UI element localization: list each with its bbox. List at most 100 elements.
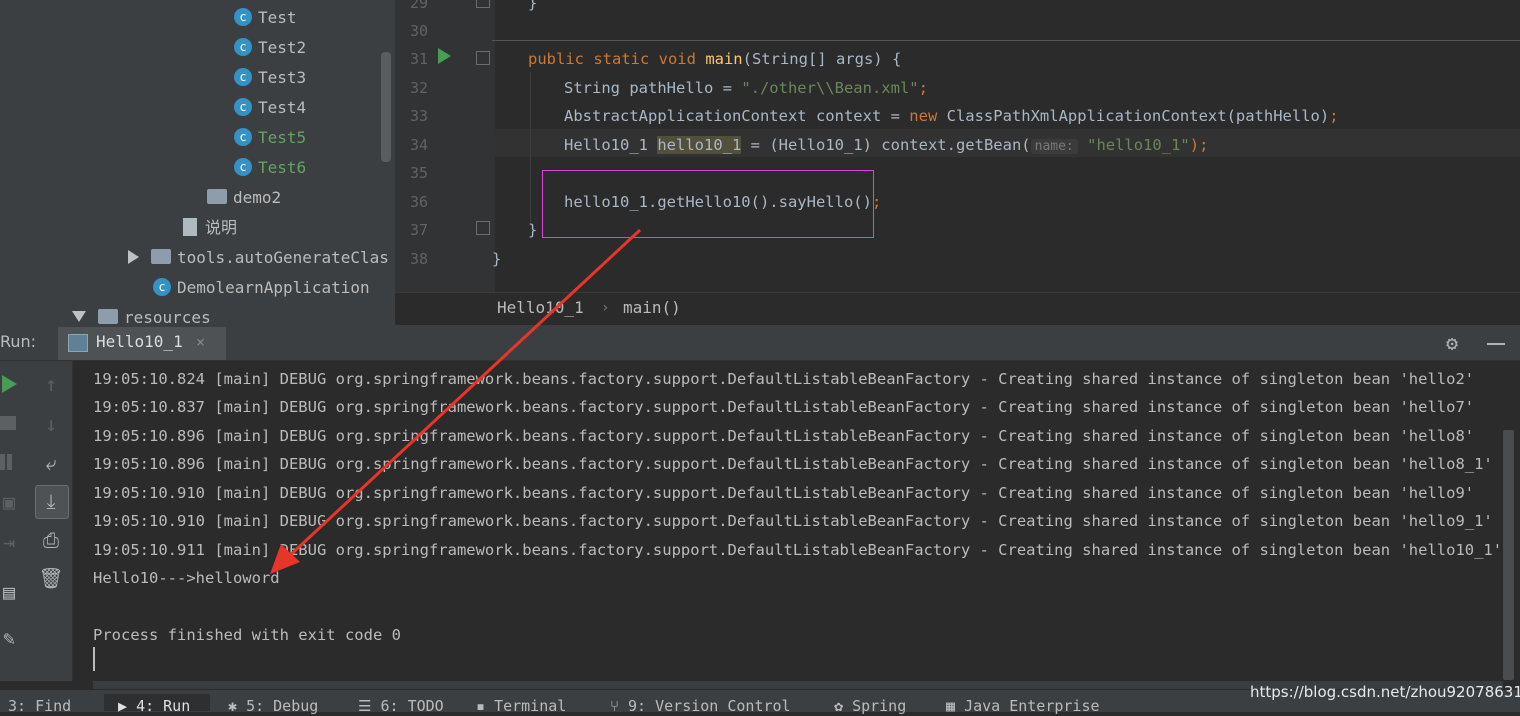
console-line: 19:05:10.910 [main] DEBUG org.springfram…	[93, 484, 1475, 502]
fold-marker-icon[interactable]	[476, 0, 490, 8]
camera-icon[interactable]: ▣	[0, 490, 24, 514]
class-icon: c	[234, 157, 252, 176]
line-number: 38	[409, 250, 428, 268]
tree-item-label: Test6	[258, 158, 307, 177]
code-line-32: String pathHello = "./other\\Bean.xml";	[564, 79, 928, 97]
console-program-output: Hello10--->helloword	[93, 569, 280, 587]
console-line: 19:05:10.824 [main] DEBUG org.springfram…	[93, 370, 1475, 388]
layout-icon[interactable]: ▤	[0, 580, 24, 604]
tab-debug[interactable]: ✱ 5: Debug	[228, 696, 318, 716]
package-icon	[151, 249, 171, 264]
line-number: 31	[409, 50, 428, 68]
class-icon: c	[234, 37, 252, 56]
class-icon: c	[234, 127, 252, 146]
soft-wrap-icon[interactable]: ⤶	[36, 451, 66, 475]
tree-item-label: Test2	[258, 38, 307, 57]
line-number: 35	[409, 164, 428, 182]
console-exit-message: Process finished with exit code 0	[93, 626, 401, 644]
tree-item-label: tools.autoGenerateClas	[177, 248, 389, 267]
tree-scrollbar[interactable]	[381, 52, 391, 162]
tab-run[interactable]: ▶ 4: Run	[118, 696, 190, 716]
gear-icon[interactable]: ⚙	[1446, 333, 1458, 353]
indent-guide	[530, 72, 531, 222]
code-line-37: }	[528, 221, 538, 239]
tree-item-label: Test3	[258, 68, 307, 87]
pause-icon-bar	[7, 454, 12, 470]
run-toolbar-secondary	[30, 361, 73, 681]
tab-todo[interactable]: ☰ 6: TODO	[358, 696, 444, 716]
class-icon: c	[234, 97, 252, 116]
line-number: 36	[409, 193, 428, 211]
pause-icon[interactable]	[0, 454, 5, 470]
minimize-icon[interactable]	[1487, 343, 1505, 345]
tree-item-test5[interactable]: c Test5	[234, 123, 306, 153]
up-arrow-icon[interactable]: ↑	[36, 372, 66, 396]
tree-item-test4[interactable]: c Test4	[234, 93, 306, 123]
fold-marker-icon[interactable]	[476, 51, 490, 65]
spring-app-icon: c	[153, 277, 171, 296]
class-icon: c	[234, 7, 252, 26]
line-number: 30	[409, 22, 428, 40]
tree-item-demo2[interactable]: demo2	[207, 183, 281, 213]
down-arrow-icon[interactable]: ↓	[36, 412, 66, 436]
class-icon: c	[234, 67, 252, 86]
expand-arrow-icon[interactable]	[128, 249, 139, 264]
tree-item-test2[interactable]: c Test2	[234, 33, 306, 63]
method-separator	[492, 40, 1520, 41]
project-tree: c Test c Test2 c Test3 c Test4 c Test5 c Test6…	[0, 0, 395, 325]
tab-version-control[interactable]: ⑂ 9: Version Control	[610, 696, 791, 716]
tree-item-test6[interactable]: c Test6	[234, 153, 306, 183]
code-line-33: AbstractApplicationContext context = new…	[564, 107, 1339, 125]
close-icon[interactable]: ×	[196, 333, 205, 351]
code-line-29: }	[528, 0, 538, 12]
console-line: 19:05:10.910 [main] DEBUG org.springfram…	[93, 512, 1493, 530]
tree-item-demolearnapplication[interactable]: c DemolearnApplication	[153, 273, 370, 303]
tab-find[interactable]: 3: Find	[8, 696, 71, 716]
trash-icon[interactable]: 🗑	[36, 566, 66, 590]
run-panel-header	[0, 325, 1520, 361]
run-main-gutter-icon[interactable]	[438, 48, 451, 64]
collapse-arrow-icon[interactable]	[72, 311, 86, 322]
tree-item-label: 说明	[205, 218, 238, 237]
line-number: 37	[409, 221, 428, 239]
console-line: 19:05:10.896 [main] DEBUG org.springfram…	[93, 427, 1475, 445]
code-line-38: }	[492, 250, 502, 268]
run-panel-label: Run:	[0, 332, 37, 351]
tab-spring[interactable]: ✿ Spring	[834, 696, 906, 716]
stop-icon[interactable]	[0, 416, 16, 430]
file-icon	[183, 217, 197, 236]
line-number: 34	[409, 136, 428, 154]
tree-item-test[interactable]: c Test	[234, 3, 297, 33]
watermark: https://blog.csdn.net/zhou920786312	[1250, 683, 1520, 701]
line-number: 29	[409, 0, 428, 12]
tab-terminal[interactable]: ▪ Terminal	[476, 696, 566, 716]
exit-icon[interactable]: ⇥	[0, 530, 24, 554]
breadcrumb-method[interactable]: main()	[623, 296, 681, 320]
scroll-to-end-icon: ⤓	[46, 489, 56, 513]
console-line: 19:05:10.896 [main] DEBUG org.springfram…	[93, 455, 1493, 473]
console-caret	[93, 647, 95, 671]
code-line-31: public static void main(String[] args) {	[528, 50, 902, 68]
line-number: 33	[409, 107, 428, 125]
pin-icon[interactable]: ✎	[0, 626, 24, 650]
breadcrumb-separator: ›	[601, 300, 610, 316]
folder-icon	[98, 309, 118, 324]
print-icon[interactable]: ⎙	[36, 528, 66, 552]
tree-item-label: DemolearnApplication	[177, 278, 370, 297]
tree-item-label: Test	[258, 8, 297, 27]
tree-item-tools[interactable]: tools.autoGenerateClas	[128, 243, 389, 273]
fold-marker-icon[interactable]	[476, 221, 490, 235]
tree-item-label: demo2	[233, 188, 282, 207]
console-scrollbar[interactable]	[1503, 430, 1514, 680]
parameter-hint: name:	[1030, 139, 1078, 154]
tab-java-enterprise[interactable]: ▦ Java Enterprise	[946, 696, 1100, 716]
breadcrumb-class[interactable]: Hello10_1	[497, 296, 584, 320]
console-line: 19:05:10.837 [main] DEBUG org.springfram…	[93, 398, 1475, 416]
run-tab-title: Hello10_1	[96, 332, 183, 351]
tree-item-label: Test4	[258, 98, 307, 117]
tree-item-readme[interactable]: 说明	[183, 213, 237, 243]
tree-item-resources[interactable]: resources	[72, 303, 211, 325]
console-line: 19:05:10.911 [main] DEBUG org.springfram…	[93, 541, 1503, 559]
tree-item-test3[interactable]: c Test3	[234, 63, 306, 93]
rerun-icon[interactable]	[2, 375, 17, 393]
